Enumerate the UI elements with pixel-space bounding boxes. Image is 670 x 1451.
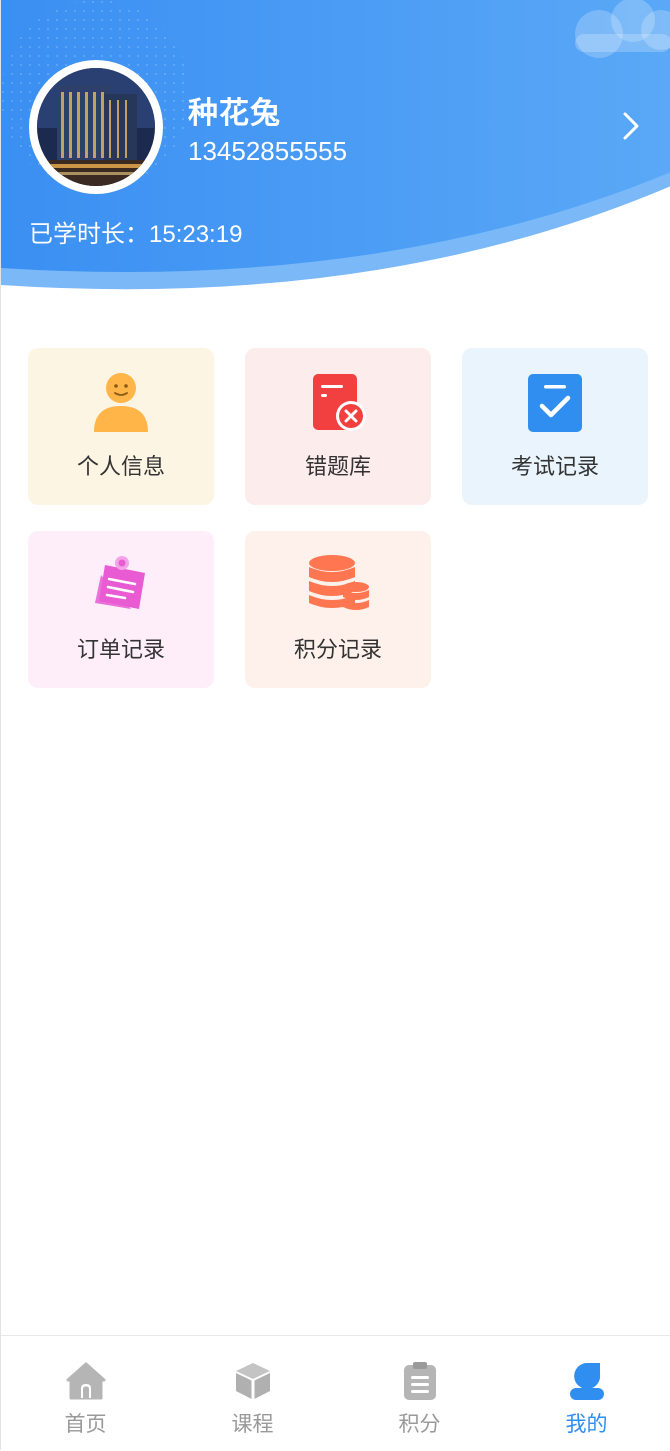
menu-order-records[interactable]: 订单记录 [28,531,214,688]
user-name: 种花兔 [188,96,281,131]
tab-courses[interactable]: 课程 [169,1336,336,1451]
profile-header: 种花兔 13452855555 已学时长：15:23:19 [1,0,670,320]
menu-exam-records[interactable]: 考试记录 [462,348,648,505]
study-duration-label: 已学时长： [29,220,149,248]
exam-record-icon [528,374,582,432]
chevron-right-icon[interactable] [613,106,649,146]
menu-label: 积分记录 [293,638,382,663]
user-icon [570,1363,604,1400]
wrong-question-icon [313,374,366,431]
study-duration: 已学时长：15:23:19 [29,214,242,249]
order-record-icon [95,556,145,609]
menu-points-records[interactable]: 积分记录 [245,531,431,688]
menu-wrong-questions[interactable]: 错题库 [245,348,431,505]
cube-icon [236,1363,270,1399]
avatar[interactable] [29,60,163,194]
tab-mine[interactable]: 我的 [503,1336,670,1451]
bottom-tab-bar: 首页 课程 积分 我的 [1,1335,670,1451]
tab-home[interactable]: 首页 [2,1336,169,1451]
tab-label: 我的 [565,1412,608,1436]
menu-personal-info[interactable]: 个人信息 [28,348,214,505]
menu-label: 订单记录 [76,638,165,663]
avatar-image [37,68,155,186]
menu-label: 个人信息 [76,455,165,480]
tab-points[interactable]: 积分 [336,1336,503,1451]
study-duration-value: 15:23:19 [149,221,243,248]
menu-label: 错题库 [304,455,371,480]
coins-icon [309,555,369,610]
user-phone: 13452855555 [188,136,348,166]
tab-label: 首页 [64,1412,107,1436]
menu-label: 考试记录 [510,455,599,480]
person-icon [94,373,148,432]
home-icon [66,1362,106,1400]
clipboard-icon [404,1362,436,1400]
tab-label: 积分 [398,1412,441,1436]
tab-label: 课程 [231,1412,274,1436]
